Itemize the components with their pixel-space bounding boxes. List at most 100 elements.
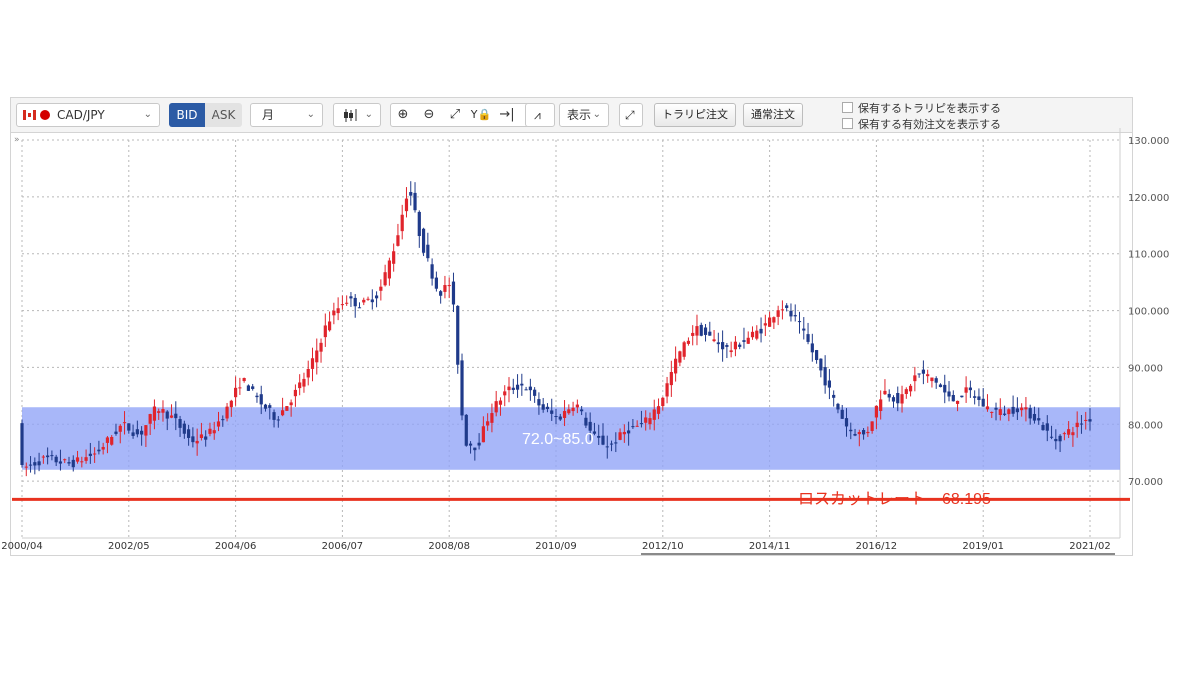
candle-body (998, 409, 1002, 415)
candle-body (870, 421, 874, 431)
candle-body (558, 416, 562, 420)
candle-body (827, 380, 832, 388)
candle-body (229, 400, 233, 408)
candle-body (614, 442, 618, 444)
candle-body (1079, 423, 1084, 425)
candle-body (716, 342, 720, 345)
candle-body (964, 387, 968, 393)
candle-body (1002, 413, 1007, 415)
y-axis: 130.000 120.000 110.000 100.000 90.000 80.000… (1128, 136, 1169, 488)
candle-body (67, 462, 71, 464)
candle-body (793, 315, 797, 317)
candle-body (409, 192, 413, 196)
candle-body (148, 414, 152, 424)
chart-scrollbar[interactable] (641, 553, 1115, 555)
candle-body (721, 342, 725, 350)
candle-body (742, 340, 746, 342)
candle-body (913, 375, 917, 382)
candle-body (122, 422, 127, 424)
candle-body (101, 446, 105, 450)
candle-body (498, 400, 503, 405)
candle-body (879, 399, 883, 411)
candle-body (191, 436, 195, 443)
candle-body (605, 446, 609, 448)
candle-body (165, 411, 169, 419)
candle-body (131, 432, 135, 436)
candle-body (118, 425, 122, 432)
candle-body (823, 367, 827, 386)
candle-body (84, 457, 88, 461)
candle-body (443, 285, 447, 292)
candle-body (174, 413, 178, 419)
x-tick-label: 2021/02 (1069, 541, 1111, 552)
candle-body (631, 426, 635, 428)
candle-body (490, 413, 494, 423)
candle-body (225, 406, 229, 419)
candle-body (819, 358, 823, 371)
candle-body (460, 360, 464, 416)
candle-body (246, 385, 251, 391)
candle-body (853, 433, 857, 436)
candle-body (981, 398, 985, 407)
candle-body (1084, 419, 1088, 421)
x-tick-label: 2016/12 (856, 541, 898, 552)
x-tick-label: 2002/05 (108, 541, 150, 552)
candle-body (345, 302, 349, 304)
candle-body (955, 400, 960, 404)
candle-body (588, 421, 592, 431)
candle-body (524, 389, 528, 391)
candle-body (1045, 423, 1049, 431)
candle-body (759, 328, 763, 334)
candle-body (768, 317, 772, 327)
candle-body (1067, 429, 1071, 435)
candle-body (533, 389, 537, 396)
candle-body (234, 387, 238, 398)
candle-body (883, 390, 887, 395)
candle-body (746, 337, 750, 344)
candle-body (319, 342, 323, 352)
candle-body (729, 350, 733, 353)
candle-body (861, 430, 866, 435)
losscut-label: ロスカットレート 68.195 (798, 491, 991, 508)
candle-body (259, 394, 263, 405)
candle-body (110, 436, 114, 445)
candle-body (1054, 438, 1058, 442)
candle-body (276, 419, 280, 421)
y-tick-label: 130.000 (1128, 136, 1169, 147)
price-chart[interactable]: 130.000 120.000 110.000 100.000 90.000 80.000… (0, 0, 1200, 675)
candle-body (810, 343, 814, 353)
candle-body (703, 327, 708, 335)
candle-body (421, 228, 426, 253)
x-tick-label: 2014/11 (749, 541, 791, 552)
x-tick-label: 2010/09 (535, 541, 577, 552)
y-tick-label: 80.000 (1128, 420, 1163, 431)
candle-body (934, 378, 938, 383)
candle-body (849, 429, 853, 432)
candle-body (528, 386, 532, 391)
candle-body (618, 432, 622, 440)
candle-body (661, 397, 665, 407)
candle-body (50, 455, 54, 457)
candle-body (434, 277, 438, 289)
candle-body (468, 443, 473, 446)
candle-body (370, 299, 374, 303)
candle-body (1075, 422, 1079, 428)
candle-body (251, 386, 255, 389)
candle-body (541, 404, 545, 410)
candle-body (1088, 419, 1092, 422)
candle-body (71, 459, 75, 468)
y-tick-label: 70.000 (1128, 477, 1163, 488)
candle-body (665, 383, 669, 397)
candle-body (88, 453, 92, 456)
candle-body (293, 389, 298, 397)
candle-body (41, 456, 45, 458)
y-tick-label: 100.000 (1128, 307, 1169, 318)
candle-body (306, 368, 310, 378)
candle-body (1007, 409, 1011, 415)
candle-body (832, 394, 836, 398)
candle-body (507, 386, 511, 391)
candle-body (97, 449, 101, 452)
candle-body (80, 461, 84, 463)
candle-body (327, 321, 332, 331)
candle-body (1015, 408, 1019, 413)
